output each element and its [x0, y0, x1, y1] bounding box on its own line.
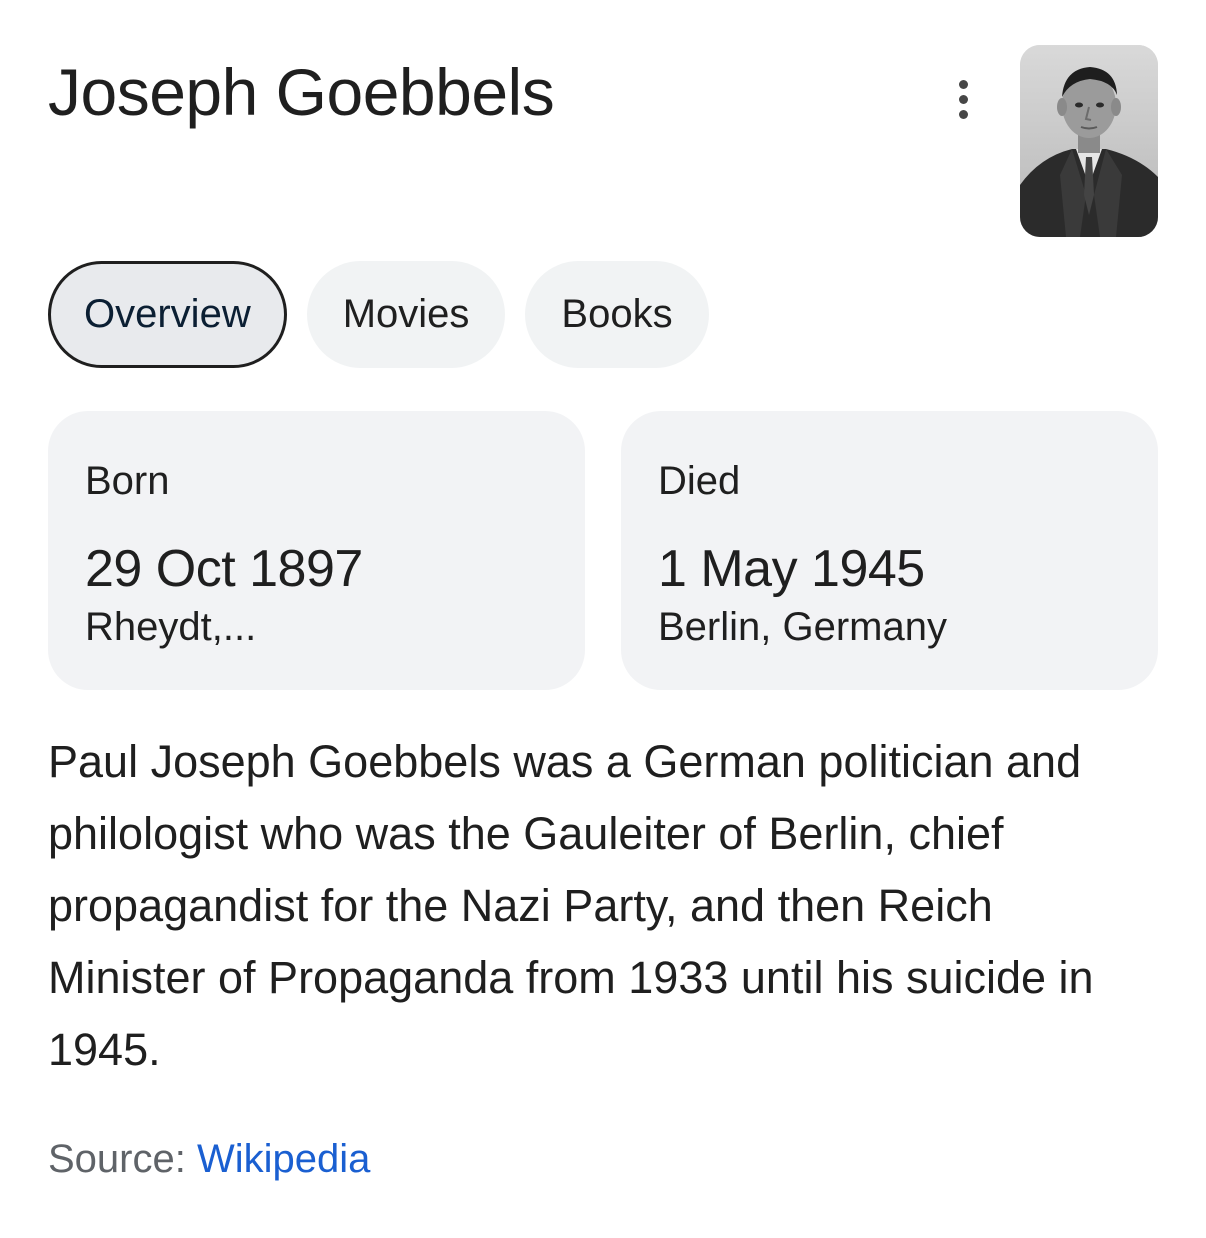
description-text: Paul Joseph Goebbels was a German politi…	[48, 736, 1094, 1075]
source-line: Source: Wikipedia	[48, 1134, 370, 1184]
portrait-image[interactable]	[1020, 45, 1158, 237]
born-label: Born	[85, 459, 170, 503]
tab-movies[interactable]: Movies	[306, 261, 506, 368]
tab-overview[interactable]: Overview	[48, 261, 287, 368]
page-title: Joseph Goebbels	[48, 55, 555, 129]
tab-bar: Overview Movies Books	[48, 261, 709, 368]
more-vert-icon-dot	[958, 79, 968, 89]
died-label: Died	[658, 459, 741, 503]
more-options-button[interactable]	[938, 72, 988, 126]
portrait-photo-icon	[1020, 45, 1158, 237]
born-card[interactable]: Born 29 Oct 1897 Rheydt,...	[48, 411, 585, 690]
died-place: Berlin, Germany	[658, 605, 947, 649]
source-prefix: Source:	[48, 1137, 186, 1181]
died-card[interactable]: Died 1 May 1945 Berlin, Germany	[621, 411, 1158, 690]
tab-books[interactable]: Books	[525, 261, 709, 368]
died-date: 1 May 1945	[658, 540, 925, 598]
more-vert-icon-dot	[958, 94, 968, 104]
born-place: Rheydt,...	[85, 605, 257, 649]
born-date: 29 Oct 1897	[85, 540, 363, 598]
more-vert-icon-dot	[958, 109, 968, 119]
source-link-wikipedia[interactable]: Wikipedia	[197, 1137, 370, 1181]
